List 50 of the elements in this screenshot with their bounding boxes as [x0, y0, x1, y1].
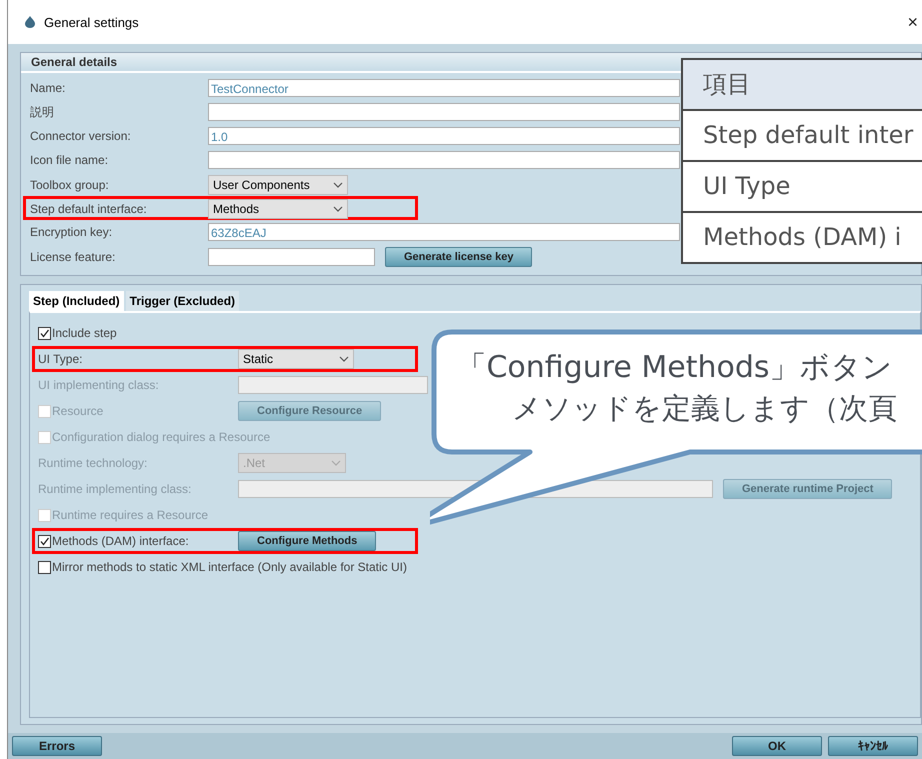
table-header-cell: 項目	[683, 60, 922, 109]
field-label: License feature:	[30, 250, 116, 264]
chevron-down-icon	[331, 460, 341, 466]
input-field[interactable]	[208, 103, 680, 121]
errors-button[interactable]: Errors	[12, 736, 102, 756]
checkbox[interactable]	[38, 326, 51, 340]
cancel-button[interactable]: ｷｬﾝｾﾙ	[828, 736, 918, 756]
input-field[interactable]: TestConnector	[208, 79, 680, 97]
field-label: 説明	[30, 104, 55, 120]
table-cell: UI Type	[683, 160, 922, 211]
field-label: UI implementing class:	[38, 378, 160, 392]
dropdown[interactable]: Methods	[208, 199, 348, 219]
checkbox-label: Mirror methods to static XML interface (Only available for Static UI)	[52, 560, 408, 574]
table-cell: Methods (DAM) i	[683, 211, 922, 262]
field-label: Runtime implementing class:	[38, 482, 192, 496]
configure-button[interactable]: Configure Methods	[238, 531, 376, 551]
chevron-down-icon	[339, 356, 349, 362]
checkbox-label: Include step	[52, 326, 117, 340]
window-title: General settings	[44, 14, 139, 30]
dropdown[interactable]: Static	[238, 349, 354, 369]
chevron-down-icon	[333, 182, 343, 188]
table-cell: Step default inter	[683, 109, 922, 160]
checkbox[interactable]	[38, 534, 51, 548]
checkbox-label: Configuration dialog requires a Resource	[52, 430, 270, 444]
field-label: Runtime technology:	[38, 456, 148, 470]
input-field[interactable]: 63Z8cEAJ	[208, 223, 680, 241]
action-button[interactable]: Generate license key	[385, 247, 532, 267]
checkbox-label: Methods (DAM) interface:	[52, 534, 189, 548]
field-label: Toolbox group:	[30, 178, 110, 192]
field-label: Step default interface:	[30, 202, 148, 216]
checkbox-label: Runtime requires a Resource	[52, 508, 208, 522]
input-field[interactable]	[208, 151, 680, 169]
input-field[interactable]	[208, 248, 375, 266]
field-label: Encryption key:	[30, 225, 114, 239]
ok-button[interactable]: OK	[732, 736, 822, 756]
field-label: Connector version:	[30, 129, 132, 143]
field-label: UI Type:	[38, 352, 84, 366]
tab[interactable]: Trigger (Excluded)	[126, 291, 240, 311]
callout-text: メソッドを定義します（次頁	[512, 390, 897, 427]
chevron-down-icon	[333, 206, 343, 212]
checkbox[interactable]	[38, 560, 51, 574]
field-label: Icon file name:	[30, 153, 110, 167]
tab[interactable]: Step (Included)	[29, 291, 124, 311]
dropdown[interactable]: User Components	[208, 175, 348, 195]
field-label: Name:	[30, 81, 66, 95]
input-field[interactable]: 1.0	[208, 127, 680, 145]
callout-text: 「Configure Methods」ボタン	[456, 349, 893, 387]
checkbox-label: Resource	[52, 404, 104, 418]
app-icon	[24, 16, 36, 28]
close-button[interactable]: ×	[907, 12, 918, 32]
